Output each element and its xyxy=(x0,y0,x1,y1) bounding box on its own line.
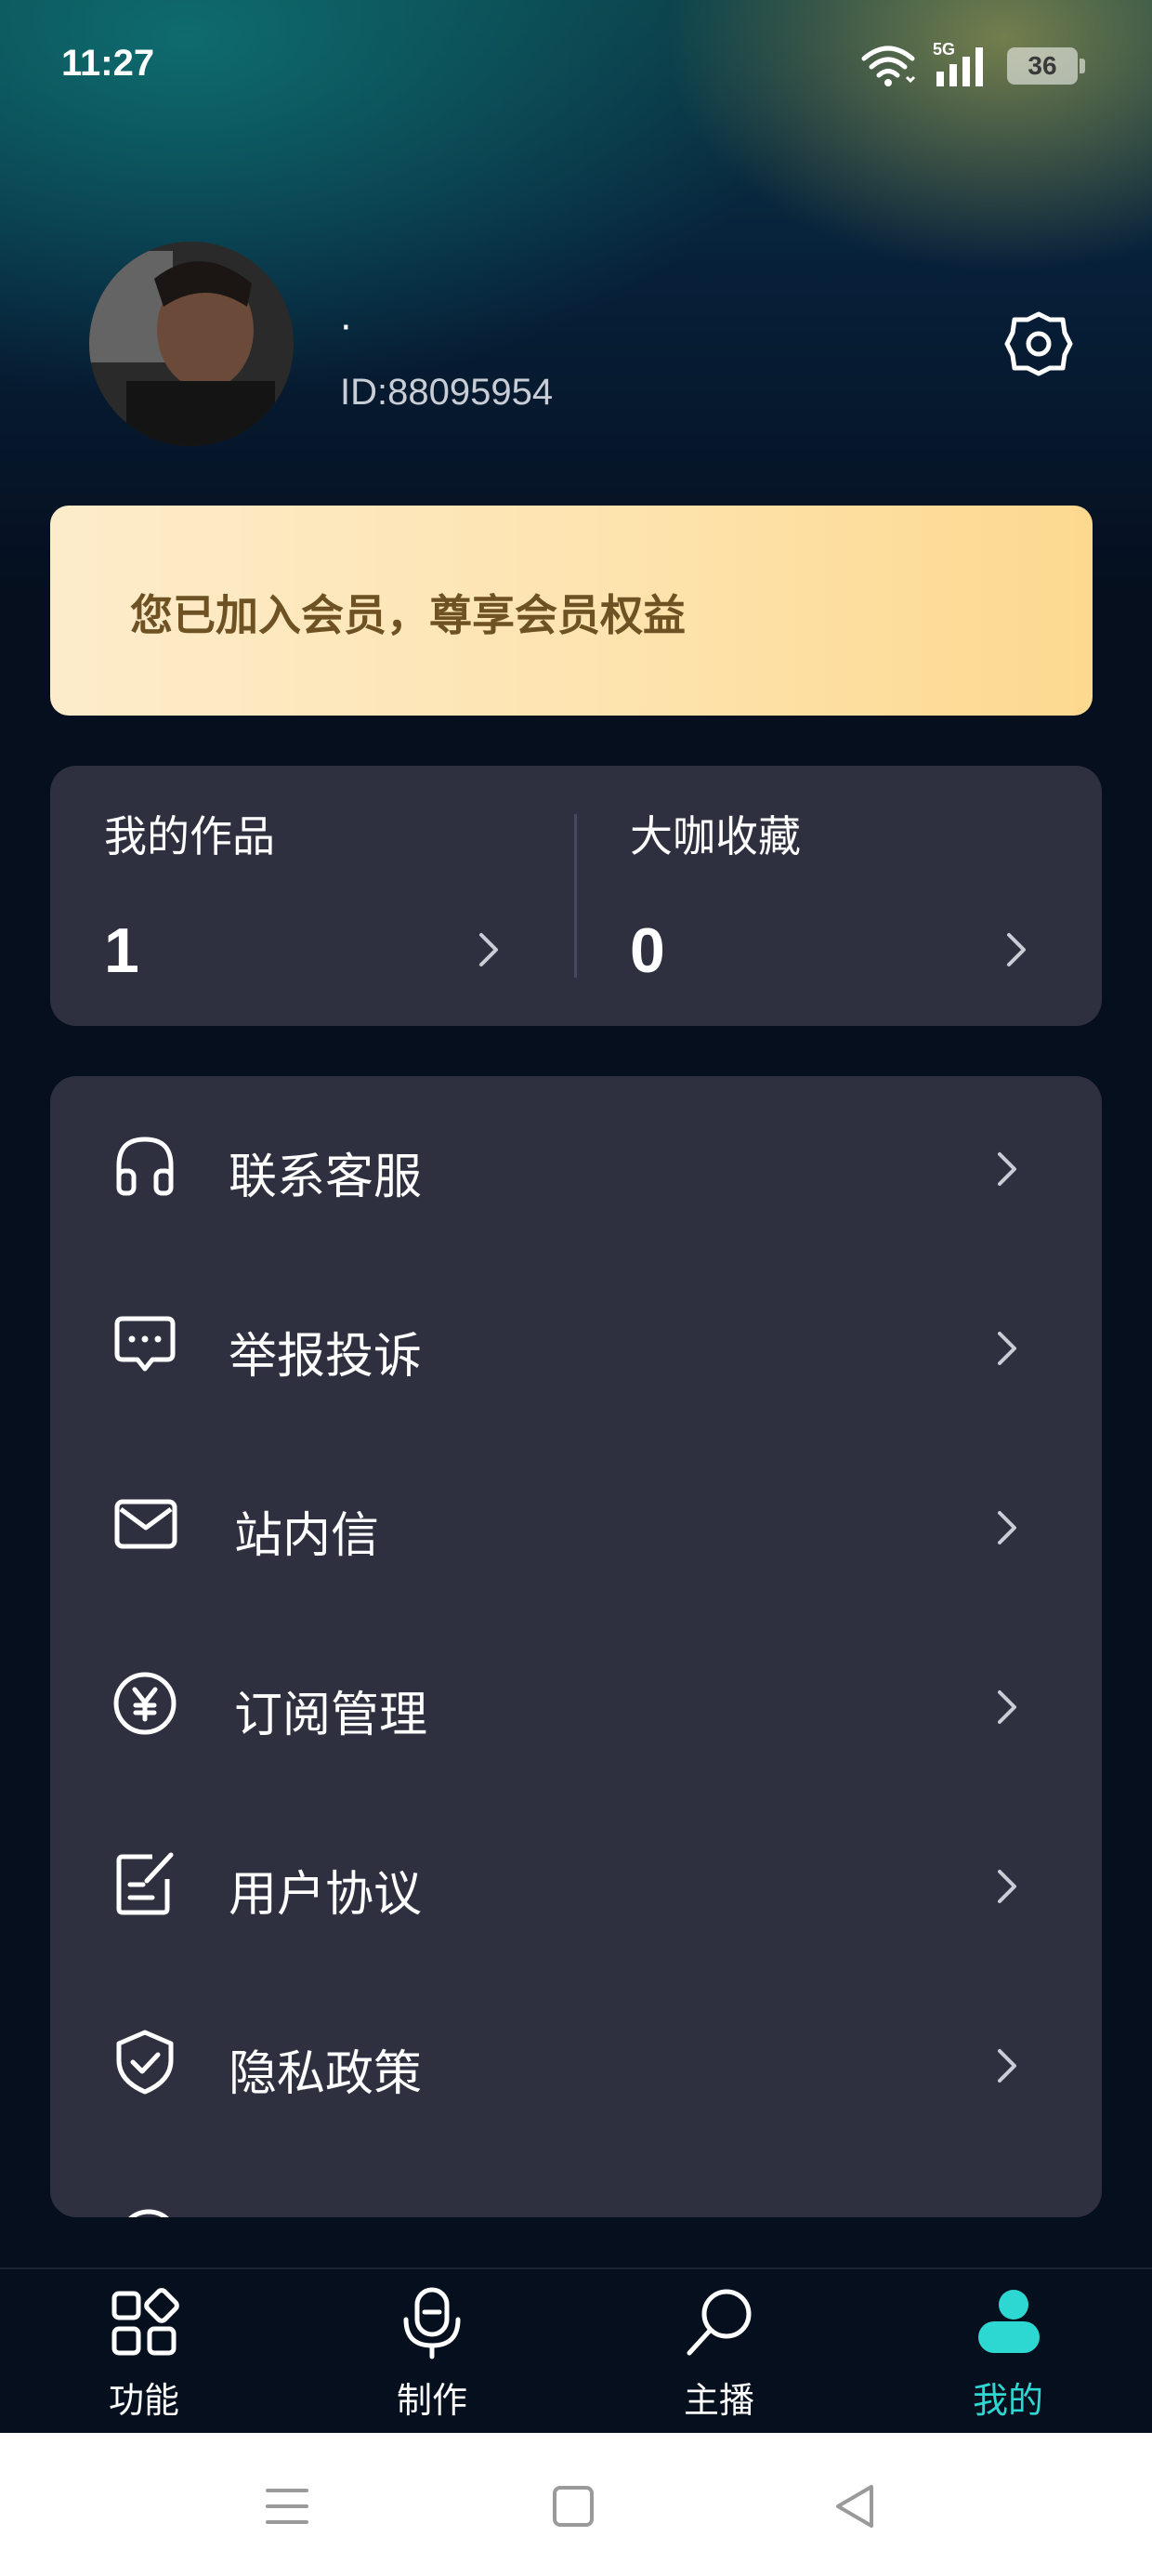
tab-features[interactable]: 功能 xyxy=(51,2269,237,2435)
menu-item-label: 隐私政策 xyxy=(229,2046,423,2102)
battery-icon: 36 xyxy=(1007,47,1085,85)
tab-label: 主播 xyxy=(683,2380,754,2421)
nickname: · xyxy=(340,307,352,349)
status-time: 11:27 xyxy=(61,43,155,84)
tab-label: 功能 xyxy=(108,2380,179,2421)
circle-icon xyxy=(128,2209,169,2217)
user-id: ID:88095954 xyxy=(340,372,554,413)
chat-bubble-icon xyxy=(114,1316,176,1372)
menu-item-user-agreement[interactable]: 用户协议 xyxy=(50,1794,1102,1973)
favorites-label: 大咖收藏 xyxy=(630,811,801,861)
chevron-right-icon xyxy=(479,933,498,966)
chevron-right-icon xyxy=(998,1332,1016,1365)
back-icon[interactable] xyxy=(823,2474,888,2539)
my-works-label: 我的作品 xyxy=(104,811,275,861)
menu-item-subscription[interactable]: 订阅管理 xyxy=(50,1614,1102,1794)
headset-icon xyxy=(116,1137,174,1196)
tab-create[interactable]: 制作 xyxy=(339,2269,525,2435)
battery-level: 36 xyxy=(1028,51,1057,80)
system-nav-bar xyxy=(0,2433,1152,2576)
yen-circle-icon xyxy=(113,1672,177,1735)
user-icon xyxy=(978,2290,1040,2353)
menu-item-label: 订阅管理 xyxy=(234,1688,428,1743)
vip-banner-text: 您已加入会员，尊享会员权益 xyxy=(130,590,686,640)
chevron-right-icon xyxy=(998,1511,1016,1544)
microphone-icon xyxy=(403,2287,461,2359)
signal-icon: 5G xyxy=(933,40,990,88)
menu-item-report[interactable]: 举报投诉 xyxy=(50,1255,1102,1435)
settings-button[interactable] xyxy=(1003,309,1074,379)
document-edit-icon xyxy=(116,1852,174,1915)
vip-banner[interactable]: 您已加入会员，尊享会员权益 xyxy=(50,506,1093,716)
menu-item-inbox[interactable]: 站内信 xyxy=(50,1435,1102,1614)
status-bar: 11:27 5G 36 xyxy=(0,0,1152,139)
search-person-icon xyxy=(687,2289,752,2356)
stats-card: 我的作品 1 大咖收藏 0 xyxy=(50,766,1102,1026)
menu-item-label: 用户协议 xyxy=(229,1867,423,1923)
menu-list: 联系客服 举报投诉 站内信 订阅管理 用户协议 隐私政策 xyxy=(50,1076,1102,2217)
tab-label: 我的 xyxy=(972,2380,1043,2421)
menu-item-label: 站内信 xyxy=(234,1508,380,1564)
favorites-count: 0 xyxy=(630,915,665,986)
chevron-right-icon xyxy=(998,2049,1016,2083)
chevron-right-icon xyxy=(998,1870,1016,1903)
tab-anchor[interactable]: 主播 xyxy=(626,2269,812,2435)
settings-icon xyxy=(1004,311,1073,376)
status-icons: 5G 36 xyxy=(860,40,1085,89)
menu-item-label: 举报投诉 xyxy=(229,1329,423,1385)
my-works-count: 1 xyxy=(104,915,139,986)
shield-check-icon xyxy=(116,2030,174,2095)
favorites-button[interactable]: 大咖收藏 0 xyxy=(576,766,1102,1026)
chevron-right-icon xyxy=(1007,933,1026,966)
grid-apps-icon xyxy=(111,2288,179,2356)
chevron-right-icon xyxy=(998,1152,1016,1186)
profile-header: · ID:88095954 xyxy=(0,242,1152,455)
chevron-right-icon xyxy=(998,1690,1016,1724)
mail-icon xyxy=(114,1499,177,1549)
menu-icon[interactable] xyxy=(255,2474,320,2539)
wifi-icon xyxy=(861,46,916,86)
menu-item-customer-service[interactable]: 联系客服 xyxy=(50,1076,1102,1255)
menu-item-label: 联系客服 xyxy=(229,1150,423,1205)
my-works-button[interactable]: 我的作品 1 xyxy=(50,766,576,1026)
bottom-tab-bar: 功能 制作 主播 我的 xyxy=(0,2267,1152,2433)
avatar[interactable] xyxy=(89,242,294,446)
home-icon[interactable] xyxy=(541,2474,606,2539)
tab-label: 制作 xyxy=(396,2380,467,2421)
tab-mine[interactable]: 我的 xyxy=(915,2269,1101,2435)
menu-item-privacy-policy[interactable]: 隐私政策 xyxy=(50,1973,1102,2152)
